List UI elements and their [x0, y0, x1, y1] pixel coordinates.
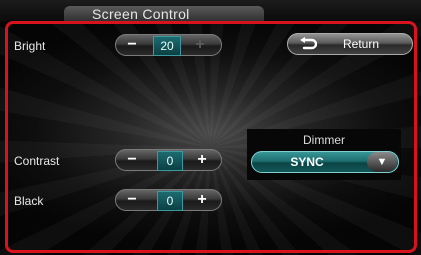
title-bar: Screen Control	[0, 0, 421, 22]
highlight-frame	[5, 21, 417, 253]
page-title: Screen Control	[92, 6, 190, 22]
